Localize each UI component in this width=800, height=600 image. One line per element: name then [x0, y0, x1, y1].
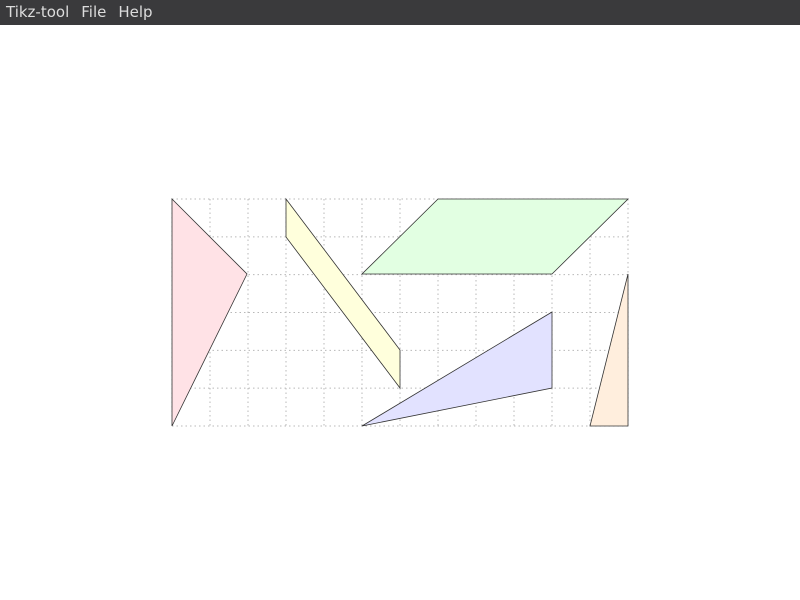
- yellow-parallelogram[interactable]: [285, 197, 401, 390]
- app-menu[interactable]: Tikz-tool: [6, 0, 69, 25]
- menubar: Tikz-tool File Help: [0, 0, 800, 25]
- drawing-svg[interactable]: [0, 25, 800, 600]
- help-menu[interactable]: Help: [118, 0, 152, 25]
- file-menu[interactable]: File: [81, 0, 106, 25]
- drawing-canvas[interactable]: [0, 25, 800, 600]
- green-parallelogram[interactable]: [361, 198, 629, 275]
